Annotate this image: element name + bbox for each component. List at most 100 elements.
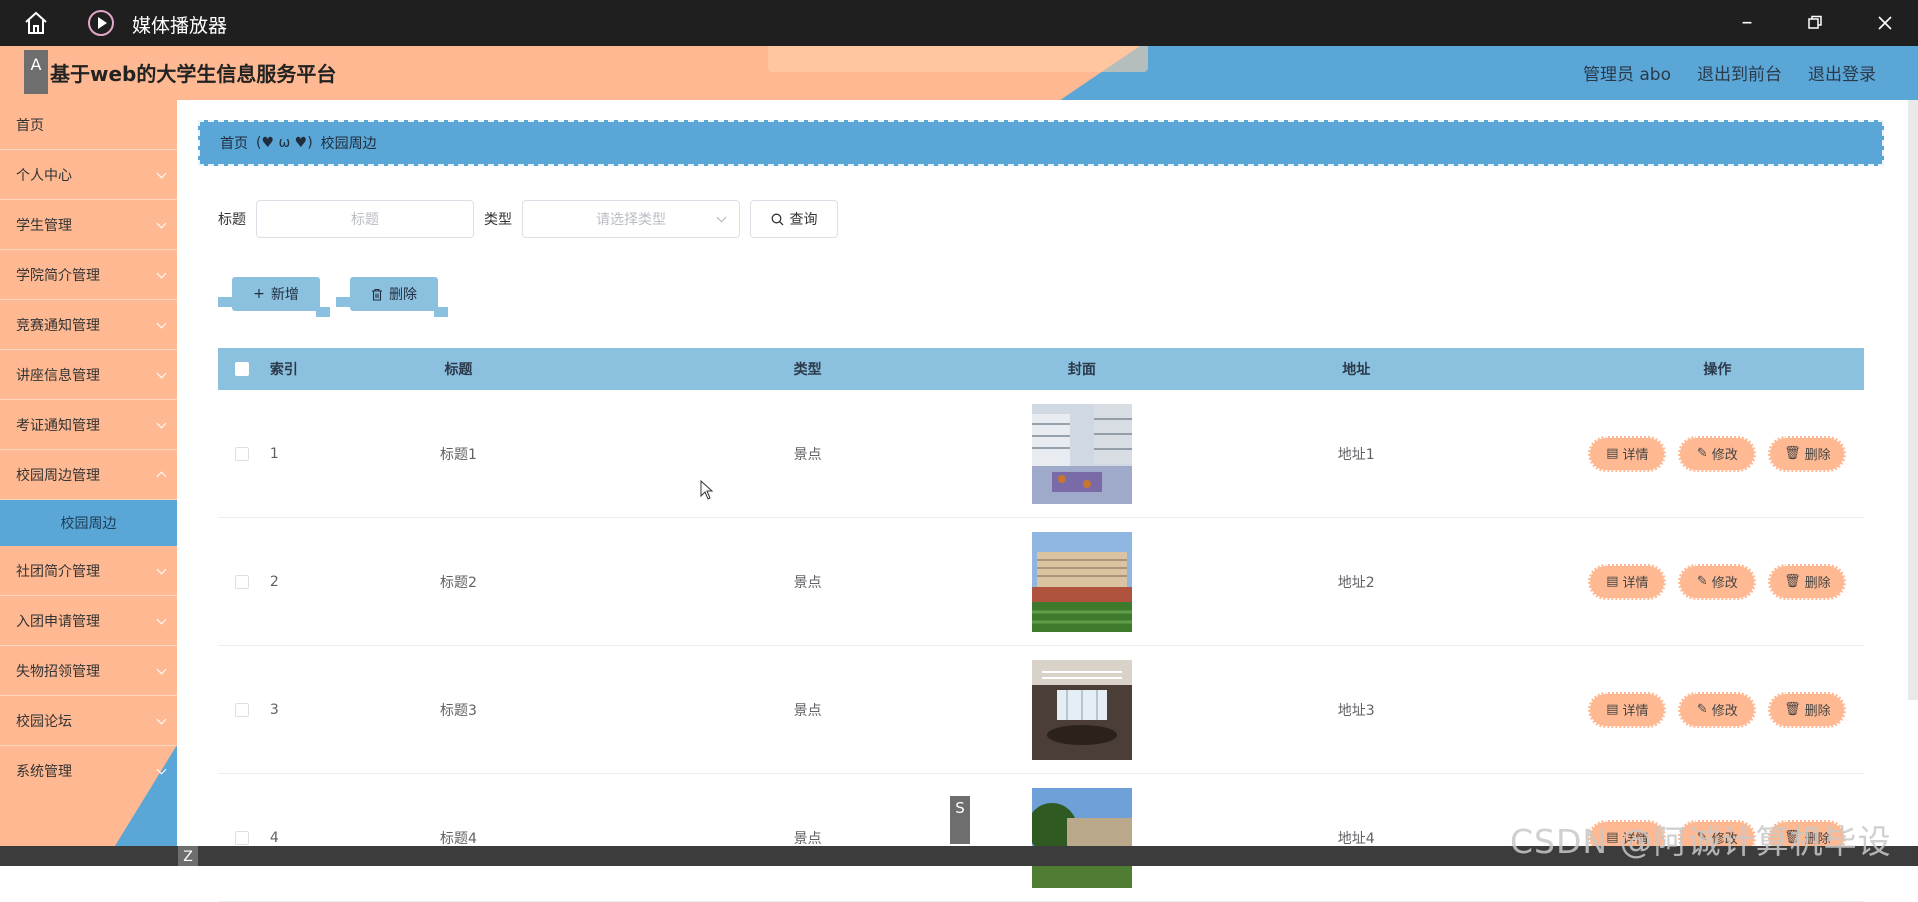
row-checkbox[interactable]	[234, 446, 249, 461]
type-filter-label: 类型	[484, 212, 512, 228]
button-ribbon-tail	[434, 307, 448, 317]
edit-button[interactable]: ✎ 修改	[1678, 435, 1757, 472]
search-bar: 标题 标题 类型 请选择类型 查询	[218, 200, 838, 238]
sidebar-subitem-campus-surroundings[interactable]: 校园周边	[0, 500, 177, 546]
column-header-address: 地址	[1342, 362, 1371, 378]
sidebar-item-student-management[interactable]: 学生管理	[0, 200, 177, 250]
document-icon: ▤	[1606, 574, 1619, 589]
minimize-button[interactable]: –	[1732, 8, 1762, 38]
sidebar-item-label: 校园论坛	[16, 713, 72, 730]
sidebar-item-campus-forum[interactable]: 校园论坛	[0, 696, 177, 746]
sidebar-item-competition-notice[interactable]: 竞赛通知管理	[0, 300, 177, 350]
edit-button[interactable]: ✎ 修改	[1678, 563, 1757, 600]
breadcrumb-home[interactable]: 首页	[220, 133, 248, 153]
title-filter-label: 标题	[218, 212, 246, 228]
window-title: 媒体播放器	[132, 15, 228, 37]
close-icon	[1878, 16, 1892, 30]
chevron-down-icon	[156, 368, 167, 379]
logout-link[interactable]: 退出登录	[1808, 60, 1876, 85]
chevron-down-icon	[156, 614, 167, 625]
sidebar-item-lost-and-found[interactable]: 失物招领管理	[0, 646, 177, 696]
sidebar-item-personal-center[interactable]: 个人中心	[0, 150, 177, 200]
select-all-checkbox[interactable]	[234, 362, 249, 376]
admin-user-link[interactable]: 管理员 abo	[1583, 60, 1671, 85]
home-icon[interactable]	[22, 10, 50, 36]
sidebar-item-label: 校园周边管理	[16, 467, 100, 484]
close-button[interactable]	[1870, 8, 1900, 38]
query-button[interactable]: 查询	[750, 200, 838, 238]
cover-image	[1031, 787, 1132, 888]
detail-button[interactable]: ▤ 详情	[1588, 435, 1667, 472]
cell-index: 2	[269, 573, 279, 590]
cell-address: 地址4	[1337, 830, 1375, 847]
column-header-title: 标题	[444, 362, 473, 378]
query-button-label: 查询	[789, 212, 818, 228]
sidebar-item-label: 系统管理	[16, 764, 72, 780]
chevron-down-icon	[156, 564, 167, 575]
chevron-down-icon	[156, 168, 167, 179]
trash-icon: 🗑	[1784, 574, 1801, 589]
row-checkbox[interactable]	[234, 702, 249, 717]
chevron-down-icon	[156, 218, 167, 229]
column-header-cover: 封面	[1067, 362, 1096, 378]
table-row: 1 标题1 景点 地址1 ▤ 详情 ✎ 修改 🗑 删除	[218, 390, 1864, 518]
title-search-input[interactable]: 标题	[256, 200, 474, 238]
sidebar-item-label: 考证通知管理	[16, 417, 100, 434]
vertical-scrollbar[interactable]	[1908, 100, 1918, 700]
cover-image	[1031, 659, 1132, 760]
delete-button[interactable]: 🗑 删除	[1768, 691, 1847, 728]
restore-button[interactable]	[1800, 8, 1830, 38]
document-icon: ▤	[1606, 702, 1619, 717]
search-icon	[771, 213, 783, 225]
row-checkbox[interactable]	[234, 830, 249, 845]
breadcrumb: 首页 (♥ ω ♥) 校园周边	[198, 120, 1884, 166]
table-row: 3 标题3 景点 地址3 ▤ 详情 ✎ 修改 🗑 删除	[218, 646, 1864, 774]
delete-button[interactable]: 🗑 删除	[1768, 435, 1847, 472]
chevron-down-icon	[156, 318, 167, 329]
type-select[interactable]: 请选择类型	[522, 200, 740, 238]
detail-button[interactable]: ▤ 详情	[1588, 563, 1667, 600]
trash-icon: 🗑	[1784, 446, 1801, 461]
detail-button[interactable]: ▤ 详情	[1588, 691, 1667, 728]
sidebar-item-home[interactable]: 首页	[0, 100, 177, 150]
add-button[interactable]: + 新增	[218, 277, 330, 317]
chevron-down-icon	[156, 418, 167, 429]
sidebar-item-certificate-notice[interactable]: 考证通知管理	[0, 400, 177, 450]
sidebar-item-label: 讲座信息管理	[16, 367, 100, 384]
plus-icon: +	[253, 286, 265, 302]
sidebar-item-college-intro[interactable]: 学院简介管理	[0, 250, 177, 300]
breadcrumb-current: 校园周边	[320, 136, 377, 152]
type-select-placeholder: 请选择类型	[596, 212, 666, 228]
cell-type: 景点	[793, 574, 822, 591]
edit-button-label: 修改	[1711, 448, 1738, 463]
cell-index: 3	[269, 701, 279, 718]
sidebar-item-club-application[interactable]: 入团申请管理	[0, 596, 177, 646]
cell-title: 标题2	[439, 574, 477, 591]
edit-button[interactable]: ✎ 修改	[1678, 691, 1757, 728]
batch-delete-label: 删除	[389, 287, 417, 303]
batch-delete-button[interactable]: 删除	[336, 277, 448, 317]
cover-image	[1031, 531, 1132, 632]
exit-to-frontend-link[interactable]: 退出到前台	[1697, 60, 1782, 85]
detail-button-label: 详情	[1622, 704, 1649, 719]
chevron-down-icon	[156, 268, 167, 279]
z-badge: Z	[178, 846, 198, 866]
detail-button-label: 详情	[1622, 448, 1649, 463]
sidebar-item-system-management[interactable]: 系统管理	[0, 746, 177, 796]
sidebar-item-lecture-info[interactable]: 讲座信息管理	[0, 350, 177, 400]
cell-index: 4	[269, 829, 279, 846]
row-checkbox[interactable]	[234, 574, 249, 589]
chevron-down-icon	[156, 714, 167, 725]
breadcrumb-separator: (♥ ω ♥)	[256, 135, 313, 151]
cell-index: 1	[269, 445, 279, 462]
mouse-cursor-icon	[700, 480, 714, 500]
sidebar-item-campus-surroundings-management[interactable]: 校园周边管理	[0, 450, 177, 500]
delete-button[interactable]: 🗑 删除	[1768, 563, 1847, 600]
s-badge: S	[950, 796, 970, 844]
document-icon: ▤	[1606, 446, 1619, 461]
sidebar-item-club-intro[interactable]: 社团简介管理	[0, 546, 177, 596]
cell-title: 标题3	[439, 702, 477, 719]
pencil-icon: ✎	[1696, 702, 1708, 717]
button-ribbon-tail	[336, 297, 350, 307]
cell-address: 地址2	[1337, 574, 1375, 591]
